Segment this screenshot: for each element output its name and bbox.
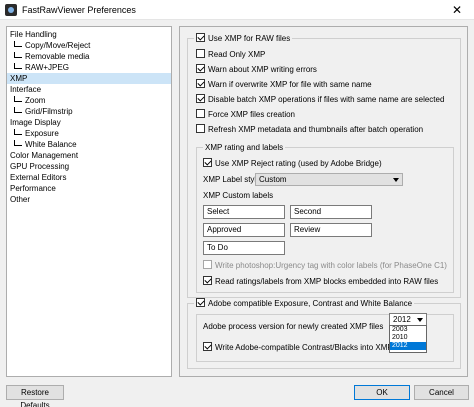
label-style-select[interactable]: Custom — [255, 173, 403, 186]
checkbox-icon — [196, 49, 205, 58]
tree-item-white-balance[interactable]: White Balance — [7, 139, 171, 150]
label-style-label: XMP Label style — [203, 175, 261, 184]
write-contrast-checkbox[interactable]: Write Adobe-compatible Contrast/Blacks i… — [203, 342, 409, 354]
adobe-compatible-checkbox[interactable]: Adobe compatible Exposure, Contrast and … — [194, 298, 415, 309]
title-bar: FastRawViewer Preferences ✕ — [0, 0, 474, 20]
branch-line — [14, 129, 22, 135]
cancel-button[interactable]: Cancel — [414, 385, 469, 400]
urgency-checkbox[interactable]: Write photoshop:Urgency tag with color l… — [203, 260, 447, 272]
tree-item-copy-move-reject[interactable]: Copy/Move/Reject — [7, 40, 171, 51]
branch-line — [14, 107, 22, 113]
disable-batch-checkbox[interactable]: Disable batch XMP operations if files wi… — [196, 94, 444, 106]
read-ratings-checkbox[interactable]: Read ratings/labels from XMP blocks embe… — [203, 276, 438, 288]
chevron-down-icon — [393, 178, 399, 182]
tree-item-exposure[interactable]: Exposure — [7, 128, 171, 139]
branch-line — [14, 96, 22, 102]
ok-button[interactable]: OK — [354, 385, 410, 400]
tree-item-image-display[interactable]: Image Display — [7, 117, 171, 128]
checkbox-checked-icon — [196, 298, 205, 307]
close-button[interactable]: ✕ — [440, 0, 474, 20]
process-option-2010[interactable]: 2010 — [390, 334, 426, 342]
read-only-xmp-checkbox[interactable]: Read Only XMP — [196, 49, 265, 61]
warn-overwrite-checkbox[interactable]: Warn if overwrite XMP for file with same… — [196, 79, 372, 91]
force-xmp-checkbox[interactable]: Force XMP files creation — [196, 109, 295, 121]
tree-item-raw-jpeg[interactable]: RAW+JPEG — [7, 62, 171, 73]
tree-item-zoom[interactable]: Zoom — [7, 95, 171, 106]
checkbox-checked-icon — [196, 64, 205, 73]
custom-label-4-input[interactable]: Review — [290, 223, 372, 237]
rating-group-title: XMP rating and labels — [203, 142, 286, 153]
reject-rating-checkbox[interactable]: Use XMP Reject rating (used by Adobe Bri… — [203, 158, 382, 170]
custom-label-1-input[interactable]: Select — [203, 205, 285, 219]
checkbox-checked-icon — [203, 342, 212, 351]
custom-label-3-input[interactable]: Approved — [203, 223, 285, 237]
tree-item-color-management[interactable]: Color Management — [7, 150, 171, 161]
tree-item-interface[interactable]: Interface — [7, 84, 171, 95]
warn-xmp-errors-checkbox[interactable]: Warn about XMP writing errors — [196, 64, 317, 76]
custom-labels-title: XMP Custom labels — [203, 191, 274, 200]
process-option-2012[interactable]: 2012 — [390, 342, 426, 350]
restore-defaults-button[interactable]: Restore Defaults — [6, 385, 64, 407]
checkbox-checked-icon — [196, 79, 205, 88]
branch-line — [14, 52, 22, 58]
refresh-xmp-checkbox[interactable]: Refresh XMP metadata and thumbnails afte… — [196, 124, 423, 136]
tree-item-gpu-processing[interactable]: GPU Processing — [7, 161, 171, 172]
tree-item-file-handling[interactable]: File Handling — [7, 29, 171, 40]
tree-item-removable-media[interactable]: Removable media — [7, 51, 171, 62]
chevron-down-icon — [417, 318, 423, 322]
tree-item-grid-filmstrip[interactable]: Grid/Filmstrip — [7, 106, 171, 117]
checkbox-icon — [196, 124, 205, 133]
tree-item-xmp[interactable]: XMP — [7, 73, 171, 84]
custom-label-2-input[interactable]: Second — [290, 205, 372, 219]
tree-item-external-editors[interactable]: External Editors — [7, 172, 171, 183]
category-tree[interactable]: File Handling Copy/Move/Reject Removable… — [6, 26, 172, 377]
process-option-2003[interactable]: 2003 — [390, 326, 426, 334]
tree-item-performance[interactable]: Performance — [7, 183, 171, 194]
branch-line — [14, 41, 22, 47]
use-xmp-checkbox[interactable]: Use XMP for RAW files — [194, 33, 293, 44]
window-title: FastRawViewer Preferences — [22, 5, 136, 15]
custom-label-5-input[interactable]: To Do — [203, 241, 285, 255]
checkbox-icon — [203, 260, 212, 269]
checkbox-checked-icon — [203, 158, 212, 167]
process-version-dropdown[interactable]: 2003 2010 2012 — [389, 325, 427, 353]
use-xmp-group: Use XMP for RAW files Read Only XMP Warn… — [187, 33, 461, 298]
process-version-label: Adobe process version for newly created … — [203, 322, 384, 331]
tree-item-other[interactable]: Other — [7, 194, 171, 205]
checkbox-checked-icon — [196, 33, 205, 42]
checkbox-icon — [196, 109, 205, 118]
branch-line — [14, 63, 22, 69]
rating-group: XMP rating and labels Use XMP Reject rat… — [196, 142, 454, 293]
app-icon — [5, 4, 17, 16]
checkbox-checked-icon — [203, 276, 212, 285]
checkbox-checked-icon — [196, 94, 205, 103]
branch-line — [14, 140, 22, 146]
